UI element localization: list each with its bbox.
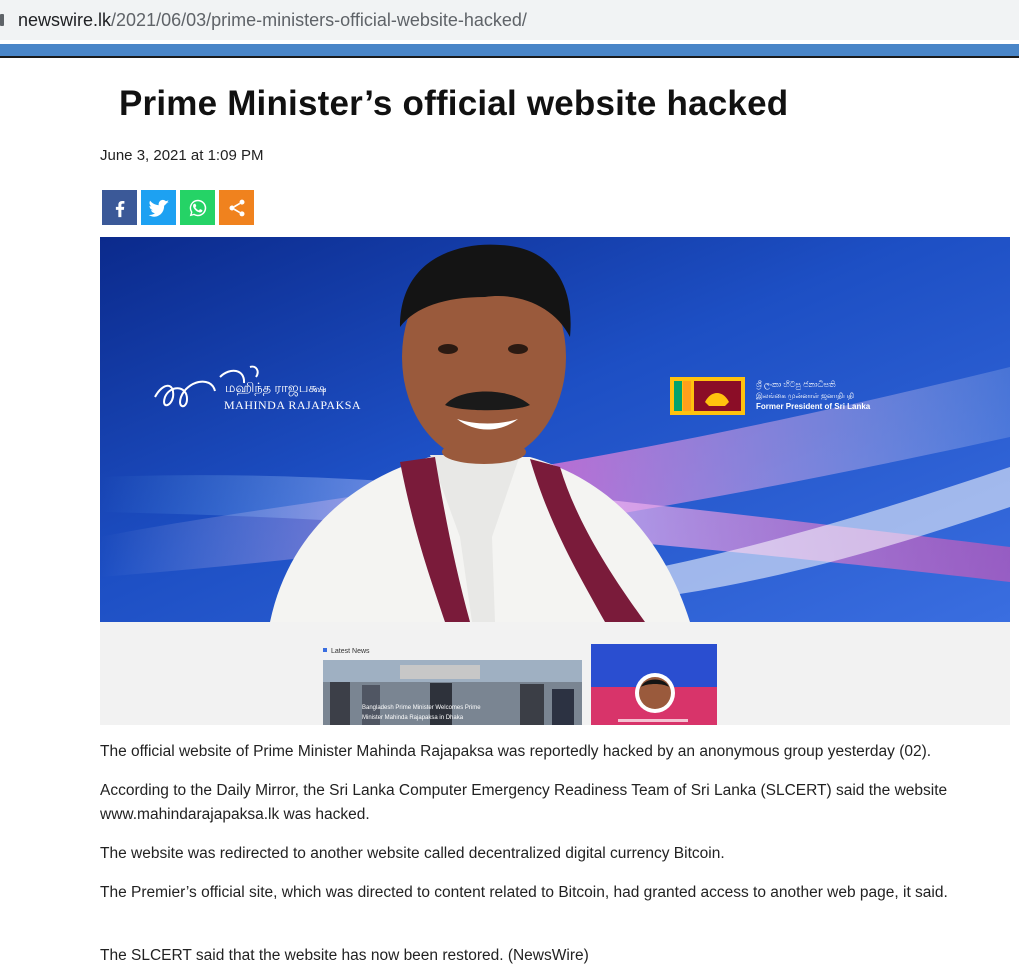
url-text[interactable]: newswire.lk/2021/06/03/prime-ministers-o… [18,10,527,31]
article-paragraph-5: The SLCERT said that the website has now… [100,947,589,964]
url-path: /2021/06/03/prime-ministers-official-web… [111,10,527,30]
svg-text:இலங்கை முன்னாள் ஜனாதிபதி: இலங்கை முன்னாள் ஜனாதிபதி [756,392,854,401]
generic-share-button[interactable] [219,190,254,225]
article-date: June 3, 2021 at 1:09 PM [100,147,264,164]
facebook-share-button[interactable] [102,190,137,225]
latest-news-label: Latest News [331,648,370,655]
article-paragraph-2: According to the Daily Mirror, the Sri L… [100,782,948,823]
svg-text:Minister Mahinda Rajapaksa in: Minister Mahinda Rajapaksa in Dhaka [362,715,464,721]
signature-name-text: MAHINDA RAJAPAKSA [224,398,361,412]
twitter-share-button[interactable] [141,190,176,225]
svg-text:மஹிந்த ராஜபக்ஷ: மஹிந்த ராஜபக்ஷ [225,380,326,396]
article-title: Prime Minister’s official website hacked [119,84,789,123]
whatsapp-icon [189,199,206,216]
article-paragraph-3: The website was redirected to another we… [100,845,725,862]
svg-text:ශ්‍රී ලංකා හිටපු ජනාධිපති: ශ්‍රී ලංකා හිටපු ජනාධිපති [756,380,836,390]
address-bar[interactable]: newswire.lk/2021/06/03/prime-ministers-o… [0,0,1019,40]
site-header-bar [0,44,1019,56]
article-paragraph-4: The Premier’s official site, which was d… [100,884,948,901]
share-icon [229,199,244,216]
article-paragraph-1: The official website of Prime Minister M… [100,743,932,760]
svg-text:Bangladesh Prime Minister Welc: Bangladesh Prime Minister Welcomes Prime [362,705,481,711]
lock-icon[interactable] [0,14,4,26]
article-hero-image: மஹிந்த ராஜபக்ஷ MAHINDA RAJAPAKSA ශ්‍රී ල… [100,237,1010,725]
twitter-icon [148,199,169,217]
url-domain: newswire.lk [18,10,112,30]
whatsapp-share-button[interactable] [180,190,215,225]
facebook-icon [115,200,124,217]
header-divider [0,56,1019,58]
former-title-text: Former President of Sri Lanka [756,402,871,411]
